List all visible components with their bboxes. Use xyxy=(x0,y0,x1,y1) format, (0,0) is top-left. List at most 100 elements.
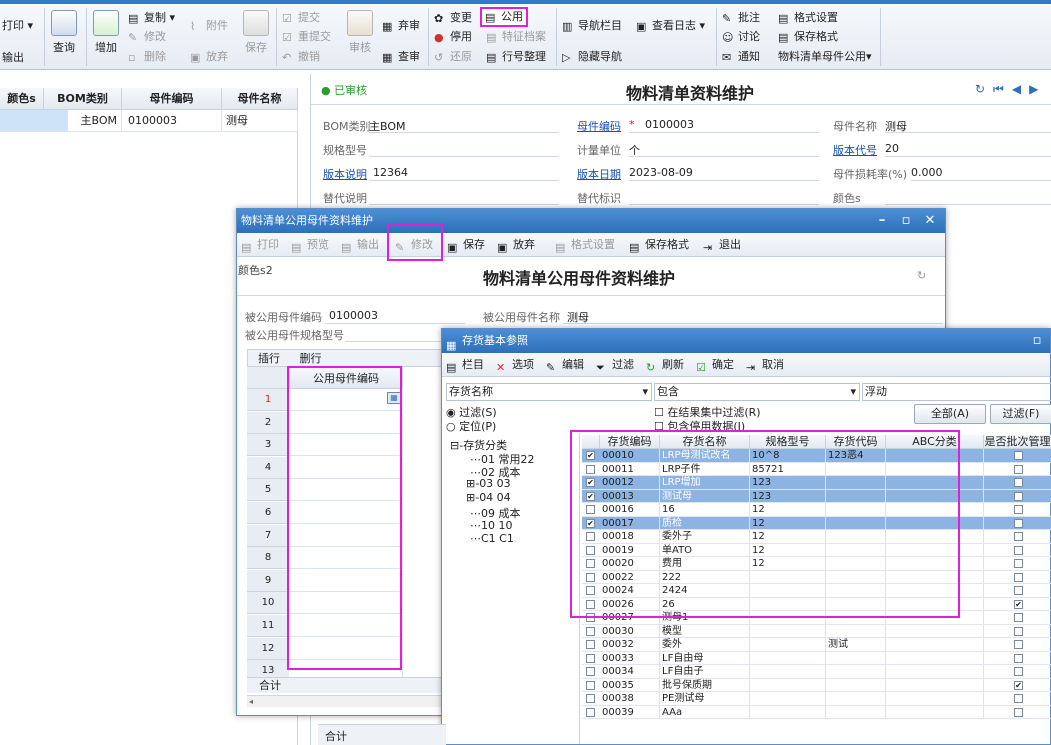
table-cell[interactable]: 00017 xyxy=(600,516,660,530)
record-nav[interactable]: ↻⏮◀▶ xyxy=(975,82,1046,97)
table-cell[interactable] xyxy=(886,665,984,679)
table-row[interactable]: ✔ 00017 质检 12 xyxy=(582,516,1051,530)
discard-button[interactable]: ▣ 放弃 xyxy=(190,49,228,65)
table-cell[interactable] xyxy=(750,584,826,598)
table-cell[interactable] xyxy=(886,516,984,530)
columns-button[interactable]: ▤ 栏目 xyxy=(446,355,484,375)
col-header-batch[interactable]: 是否批次管理 xyxy=(984,435,1051,449)
hide-nav-button[interactable]: ▷ 隐藏导航 xyxy=(562,49,622,65)
lookup-audit-button[interactable]: ▦ 查审 xyxy=(382,49,420,65)
table-row[interactable]: 00035 批号保质期 ✔ xyxy=(582,678,1051,692)
table-cell[interactable] xyxy=(886,449,984,463)
table-row[interactable]: ✔ 00013 测试母 123 xyxy=(582,489,1051,503)
row-checkbox[interactable]: ✔ xyxy=(586,451,595,460)
public-code-cell[interactable] xyxy=(289,479,403,502)
table-cell[interactable]: 00020 xyxy=(600,557,660,571)
row-checkbox[interactable] xyxy=(586,464,595,474)
table-cell[interactable]: 123 xyxy=(750,476,826,490)
batch-checkbox[interactable] xyxy=(1014,613,1023,622)
parent-code-link[interactable]: 母件编码 xyxy=(577,118,621,134)
loss-rate-field[interactable]: 0.000 xyxy=(911,166,943,179)
table-cell[interactable]: 00030 xyxy=(600,624,660,638)
stop-button[interactable]: ● 停用 xyxy=(434,29,472,45)
row-checkbox[interactable]: ✔ xyxy=(586,491,595,501)
batch-checkbox[interactable] xyxy=(1014,532,1023,541)
filter-op-select[interactable]: 包含 ▾ xyxy=(654,383,860,401)
table-cell[interactable] xyxy=(750,597,826,611)
dialog1-h-scrollbar[interactable]: ◂ xyxy=(247,695,443,707)
discard-button[interactable]: ▣ 放弃 xyxy=(497,235,535,255)
table-cell[interactable] xyxy=(826,516,886,530)
version-code-link[interactable]: 版本代号 xyxy=(833,142,877,158)
maximize-icon[interactable]: ▫ xyxy=(1026,329,1048,353)
parent-code-field[interactable]: 0100003 xyxy=(645,118,694,131)
col-header-public-code[interactable]: 公用母件编码 xyxy=(289,367,403,389)
table-cell[interactable]: 00022 xyxy=(600,570,660,584)
table-cell[interactable]: 测试 xyxy=(826,638,886,652)
radio-locate[interactable]: ○ 定位(P) xyxy=(446,418,496,434)
version-desc-link[interactable]: 版本说明 xyxy=(323,166,367,182)
table-row[interactable]: 00019 单ATO 12 xyxy=(582,543,1051,557)
table-cell[interactable] xyxy=(886,597,984,611)
row-number[interactable]: 2 xyxy=(247,411,289,434)
submit-button[interactable]: ☑ 提交 xyxy=(282,10,320,26)
table-cell[interactable] xyxy=(0,110,68,132)
table-cell[interactable]: 单ATO xyxy=(660,543,750,557)
table-cell[interactable]: 12 xyxy=(750,543,826,557)
table-cell[interactable]: 16 xyxy=(660,503,750,517)
tree-node[interactable]: ⊞-04 04 xyxy=(466,491,511,504)
public-code-cell[interactable] xyxy=(289,615,403,637)
public-code-cell[interactable] xyxy=(289,502,403,524)
filter-button[interactable]: ⏷ 过滤 xyxy=(596,355,634,375)
table-cell[interactable] xyxy=(886,611,984,625)
table-cell[interactable]: 测母 xyxy=(222,110,298,132)
table-cell[interactable]: 12 xyxy=(750,516,826,530)
table-cell[interactable]: 222 xyxy=(660,570,750,584)
table-row[interactable]: 00033 LF自由母 xyxy=(582,651,1051,665)
table-cell[interactable]: 123恶4 xyxy=(826,449,886,463)
table-row[interactable]: 00022 222 xyxy=(582,570,1051,584)
edit-button[interactable]: ✎ 编辑 xyxy=(546,355,584,375)
row-number[interactable]: 8 xyxy=(247,547,289,570)
public-code-cell[interactable] xyxy=(289,547,403,570)
col-header-spec[interactable]: 规格型号 xyxy=(750,435,826,449)
public-code-cell[interactable] xyxy=(289,592,403,615)
version-date-link[interactable]: 版本日期 xyxy=(577,166,621,182)
save-button[interactable]: 保存 xyxy=(236,10,276,55)
row-checkbox[interactable]: ✔ xyxy=(586,518,595,528)
table-cell[interactable] xyxy=(886,651,984,665)
col-header-abc[interactable]: ABC分类 xyxy=(886,435,984,449)
row-checkbox[interactable] xyxy=(586,626,595,636)
discuss-button[interactable]: ☺ 讨论 xyxy=(722,29,760,45)
table-cell[interactable] xyxy=(886,462,984,476)
row-checkbox[interactable] xyxy=(586,653,595,663)
public-code-cell[interactable] xyxy=(289,637,403,660)
table-cell[interactable]: 12 xyxy=(750,557,826,571)
col-header-code[interactable]: 存货编码 xyxy=(600,435,660,449)
batch-checkbox[interactable]: ✔ xyxy=(1014,599,1023,609)
table-row[interactable]: 00034 LF自由子 xyxy=(582,665,1051,679)
table-cell[interactable] xyxy=(826,611,886,625)
insert-row-button[interactable]: 插行 xyxy=(258,352,280,365)
row-number[interactable]: 5 xyxy=(247,479,289,502)
close-icon[interactable]: ✕ xyxy=(919,209,941,233)
table-cell[interactable]: 测母1 xyxy=(660,611,750,625)
table-cell[interactable] xyxy=(886,678,984,692)
batch-checkbox[interactable] xyxy=(1014,478,1023,487)
table-cell[interactable] xyxy=(750,705,826,719)
add-button[interactable]: 增加 xyxy=(86,10,126,55)
refresh-button[interactable]: ↻ 刷新 xyxy=(646,355,684,375)
notify-button[interactable]: ✉ 通知 xyxy=(722,49,760,65)
table-row[interactable]: 00027 测母1 xyxy=(582,611,1051,625)
nav-column-button[interactable]: ▥ 导航栏目 xyxy=(562,18,622,34)
line-arrange-button[interactable]: ▤ 行号整理 xyxy=(486,49,546,65)
public-code-cell[interactable] xyxy=(289,434,403,457)
row-number[interactable]: 9 xyxy=(247,569,289,592)
bom-public-dropdown[interactable]: 物料清单母件公用▾ xyxy=(778,49,872,65)
col-header-color[interactable]: 颜色s xyxy=(0,88,44,110)
batch-checkbox[interactable] xyxy=(1014,667,1023,676)
table-cell[interactable]: 00034 xyxy=(600,665,660,679)
exit-button[interactable]: ⇥ 退出 xyxy=(703,235,741,255)
table-cell[interactable] xyxy=(886,624,984,638)
batch-checkbox[interactable] xyxy=(1014,518,1023,528)
